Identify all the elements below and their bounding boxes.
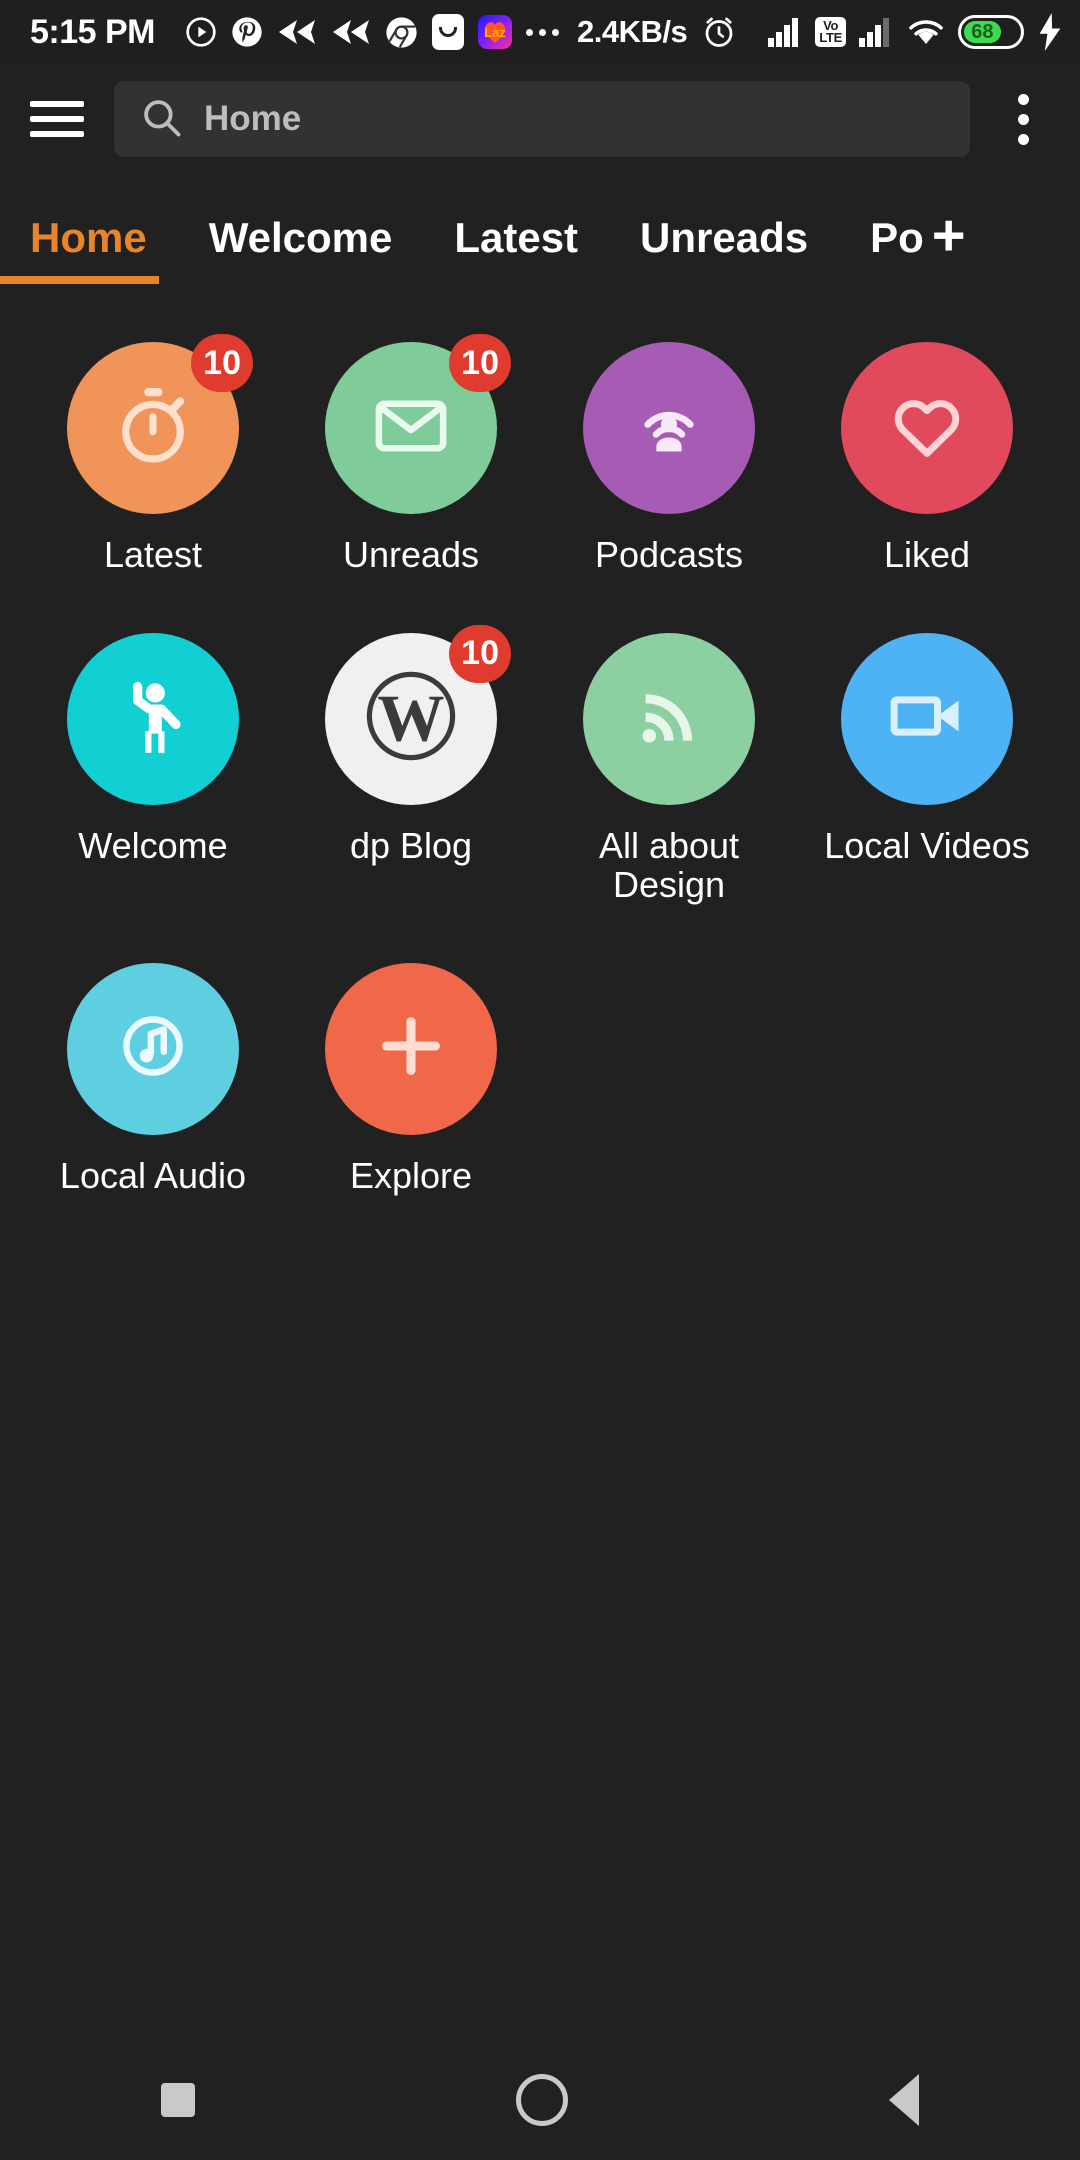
signal-bars-icon [767, 17, 803, 47]
grid-item-label: Liked [883, 534, 971, 575]
grid-item-label: dp Blog [349, 824, 473, 866]
grid-item-label: Welcome [78, 824, 228, 866]
volte-icon: Vo LTE [815, 17, 846, 47]
grid-item-label: Latest [103, 534, 203, 575]
grid-item-label: Podcasts [594, 534, 744, 575]
tab-latest[interactable]: Latest [454, 214, 614, 284]
alarm-clock-icon [701, 14, 737, 50]
charging-bolt-icon [1036, 13, 1064, 51]
status-bar-left: 5:15 PM Laz 2.4KB/s [30, 13, 767, 52]
envelope-icon [370, 385, 452, 472]
stopwatch-icon [110, 383, 196, 474]
explore-bubble[interactable] [325, 962, 497, 1135]
tab-podcasts[interactable]: Po [870, 214, 924, 284]
music-note-icon [110, 1003, 196, 1094]
grid-item-label: Explore [349, 1154, 473, 1196]
wifi-icon [906, 16, 946, 48]
more-dots-icon [526, 28, 559, 36]
grid-item-unreads[interactable]: 10 Unreads [282, 334, 540, 575]
tab-row: Home Welcome Latest Unreads Po + [0, 207, 1080, 284]
grid-item-latest[interactable]: 10 Latest [24, 334, 282, 575]
grid-item-label: All about Design [598, 824, 740, 905]
wordpress-icon: W [359, 664, 463, 773]
hamburger-menu-icon[interactable] [30, 90, 88, 148]
chrome-icon [385, 16, 418, 49]
square-recents-icon[interactable] [160, 2083, 195, 2117]
badge-count: 10 [191, 334, 253, 392]
welcome-bubble[interactable] [67, 632, 239, 805]
video-camera-icon [885, 674, 969, 763]
bubble-wrap [841, 342, 1013, 514]
tab-home[interactable]: Home [0, 214, 183, 284]
grid-item-local-videos[interactable]: Local Videos [798, 632, 1056, 905]
signal-bars-icon [858, 17, 894, 47]
phone-screen: 5:15 PM Laz 2.4KB/s Vo LTE 68 Home Home … [0, 0, 1080, 2160]
android-navigation-bar [0, 2040, 1080, 2160]
bubble-wrap [583, 342, 755, 514]
bubble-wrap [325, 962, 497, 1135]
arrow-left-double-icon [331, 18, 371, 46]
bubble-wrap: W 10 [325, 624, 511, 805]
lazada-label: Laz [484, 24, 506, 40]
add-tab-button[interactable]: + [932, 207, 966, 282]
badge-count: 10 [449, 624, 511, 683]
grid-item-label: Local Videos [824, 824, 1030, 866]
shortcut-grid: 10 Latest 10 Unreads Podcasts Liked Welc… [0, 284, 1080, 1254]
circle-home-icon[interactable] [515, 2074, 568, 2126]
grid-item-label: Local Audio [59, 1154, 247, 1196]
grid-item-dp-blog[interactable]: W 10 dp Blog [282, 624, 540, 905]
plus-icon [372, 1007, 450, 1090]
local-videos-bubble[interactable] [841, 632, 1013, 805]
podcast-icon [627, 384, 711, 473]
bubble-wrap [583, 632, 755, 805]
lazada-icon: Laz [478, 15, 512, 49]
battery-percent: 68 [971, 20, 994, 43]
badge-count: 10 [449, 334, 511, 392]
bubble-wrap: 10 [67, 334, 253, 514]
grid-item-welcome[interactable]: Welcome [24, 632, 282, 905]
grid-item-podcasts[interactable]: Podcasts [540, 342, 798, 575]
bubble-wrap [67, 962, 239, 1135]
tab-unreads[interactable]: Unreads [640, 214, 844, 284]
bubble-wrap [841, 632, 1013, 805]
status-bar: 5:15 PM Laz 2.4KB/s Vo LTE 68 [0, 0, 1080, 64]
top-toolbar: Home [0, 64, 1080, 174]
search-icon [140, 96, 182, 143]
status-time: 5:15 PM [30, 12, 156, 51]
waving-person-icon [107, 670, 199, 767]
local-audio-bubble[interactable] [67, 962, 239, 1135]
all-about-design-bubble[interactable] [583, 632, 755, 805]
tab-bar: Home Welcome Latest Unreads Po + [0, 174, 1080, 284]
triangle-back-icon[interactable] [889, 2074, 920, 2126]
arrow-left-double-icon [277, 18, 317, 46]
bubble-wrap [67, 632, 239, 805]
pinterest-icon [231, 16, 263, 48]
search-input[interactable]: Home [114, 81, 970, 157]
bubble-wrap: 10 [325, 334, 511, 514]
heart-icon [887, 386, 967, 471]
grid-item-liked[interactable]: Liked [798, 342, 1056, 575]
grid-item-label: Unreads [342, 534, 480, 575]
overflow-menu-icon[interactable] [996, 84, 1050, 154]
grid-item-all-about-design[interactable]: All about Design [540, 632, 798, 905]
rss-feed-icon [632, 679, 706, 758]
play-circle-icon [185, 16, 217, 48]
grid-item-local-audio[interactable]: Local Audio [24, 962, 282, 1196]
podcasts-bubble[interactable] [583, 342, 755, 514]
battery-icon: 68 [958, 15, 1024, 49]
svg-text:W: W [377, 681, 444, 756]
battery-fill: 68 [964, 21, 1001, 43]
status-bar-right: Vo LTE 68 [767, 13, 1064, 51]
network-speed: 2.4KB/s [577, 14, 688, 49]
smile-app-icon [432, 14, 464, 50]
search-text: Home [204, 99, 302, 138]
grid-item-explore[interactable]: Explore [282, 962, 540, 1196]
tab-welcome[interactable]: Welcome [209, 214, 429, 284]
liked-bubble[interactable] [841, 342, 1013, 514]
